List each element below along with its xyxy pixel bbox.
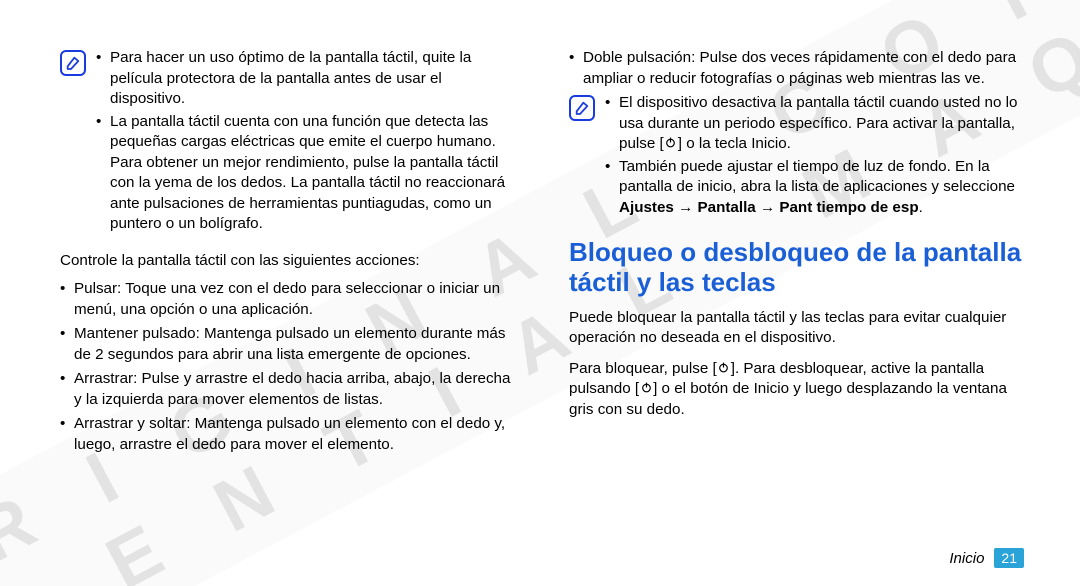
footer-section-label: Inicio [949, 550, 984, 567]
section-para-2: Para bloquear, pulse []. Para desbloquea… [569, 359, 1024, 421]
power-icon [664, 136, 678, 150]
action-item: Pulsar: Toque una vez con el dedo para s… [60, 279, 515, 320]
note-icon [60, 50, 86, 76]
manual-page: O R I G I N A L C O P Y C O N F I D E N … [0, 0, 1080, 586]
action-item: Mantener pulsado: Mantenga pulsado un el… [60, 324, 515, 365]
note-2-list: El dispositivo desactiva la pantalla tác… [605, 93, 1024, 218]
note-2-item: También puede ajustar el tiempo de luz d… [605, 157, 1024, 219]
note-block-1: Para hacer un uso óptimo de la pantalla … [60, 48, 515, 237]
action-item: Arrastrar: Pulse y arrastre el dedo haci… [60, 369, 515, 410]
section-para-1: Puede bloquear la pantalla táctil y las … [569, 308, 1024, 349]
power-icon [639, 381, 653, 395]
note-block-2: El dispositivo desactiva la pantalla tác… [569, 93, 1024, 220]
top-right-list: Doble pulsación: Pulse dos veces rápidam… [569, 48, 1024, 89]
power-icon [717, 360, 731, 374]
intro-text: Controle la pantalla táctil con las sigu… [60, 251, 515, 272]
page-number: 21 [994, 548, 1024, 568]
two-column-layout: Para hacer un uso óptimo de la pantalla … [60, 48, 1024, 552]
left-column: Para hacer un uso óptimo de la pantalla … [60, 48, 515, 552]
note-1-item: Para hacer un uso óptimo de la pantalla … [96, 48, 515, 110]
note-2-item: El dispositivo desactiva la pantalla tác… [605, 93, 1024, 155]
note-1-item: La pantalla táctil cuenta con una funció… [96, 112, 515, 235]
section-heading: Bloqueo o desbloqueo de la pantalla táct… [569, 238, 1024, 298]
note-1-list: Para hacer un uso óptimo de la pantalla … [96, 48, 515, 235]
top-right-item: Doble pulsación: Pulse dos veces rápidam… [569, 48, 1024, 89]
actions-list: Pulsar: Toque una vez con el dedo para s… [60, 279, 515, 455]
action-item: Arrastrar y soltar: Mantenga pulsado un … [60, 414, 515, 455]
right-column: Doble pulsación: Pulse dos veces rápidam… [569, 48, 1024, 552]
note-icon [569, 95, 595, 121]
page-footer: Inicio 21 [949, 548, 1024, 568]
